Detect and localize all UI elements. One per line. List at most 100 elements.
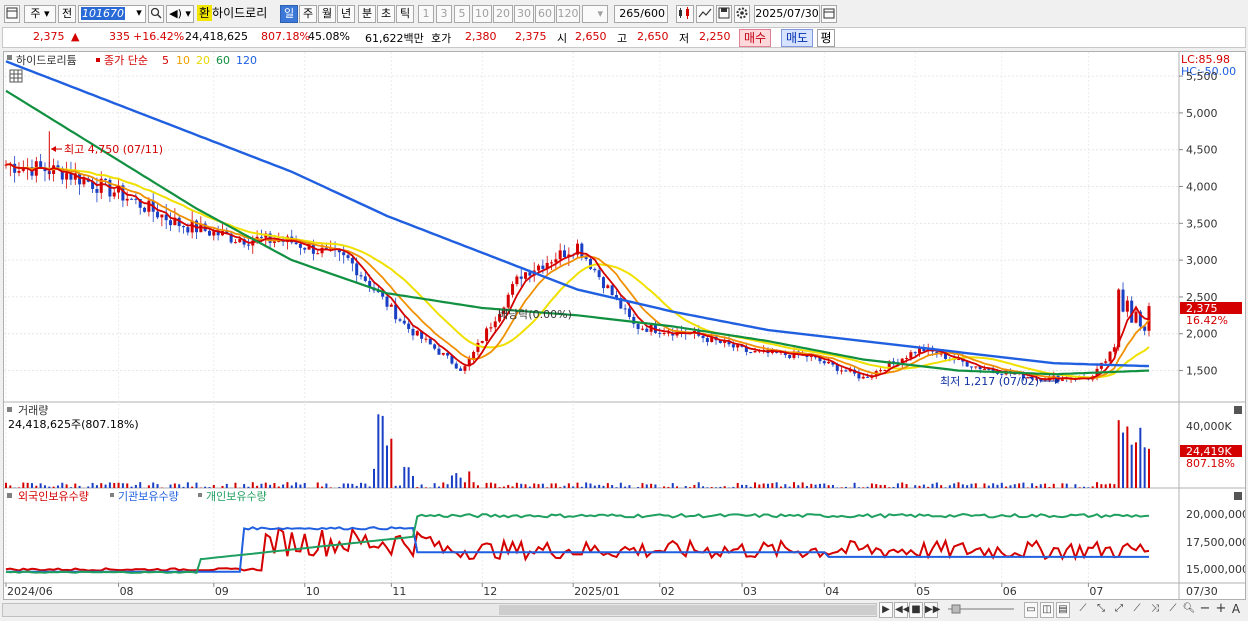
interval-5[interactable]: 5 (454, 5, 470, 23)
period-month[interactable]: 월 (318, 5, 336, 23)
volume-bar (260, 483, 263, 488)
draw-tool-icon-1[interactable]: ⟋ (1076, 602, 1090, 618)
period-tick[interactable]: 틱 (396, 5, 414, 23)
volume-bar (996, 484, 999, 488)
split-icon[interactable]: ◫ (1040, 602, 1054, 618)
period-day[interactable]: 일 (280, 5, 298, 23)
interval-custom-select[interactable]: ▾ (582, 5, 608, 23)
draw-tool-icon-3[interactable]: ⤢ (1112, 602, 1126, 618)
interval-3[interactable]: 3 (436, 5, 452, 23)
volume-bar (212, 484, 215, 488)
calendar-icon[interactable] (821, 5, 837, 23)
volume-bar (745, 484, 748, 488)
volume-bar (697, 482, 700, 488)
holding-line-2 (5, 512, 1150, 574)
turnover-pct: 45.08% (308, 30, 350, 43)
period-week[interactable]: 주 (299, 5, 317, 23)
candle-body (82, 178, 86, 185)
draw-tool-icon-2[interactable]: ⤡ (1094, 602, 1108, 618)
volume-last-pct: 807.18% (1186, 457, 1235, 470)
market-select[interactable]: 주 ▾ (24, 5, 56, 23)
holding-line-0 (5, 526, 1150, 572)
line-tool-icon[interactable] (696, 5, 714, 23)
volume-bar (5, 482, 7, 488)
stop-icon[interactable]: ■ (909, 602, 923, 618)
period-year[interactable]: 년 (337, 5, 355, 23)
holding-panel-handle-icon[interactable] (7, 493, 12, 498)
date-field[interactable]: 2025/07/30 (754, 5, 820, 23)
zoom-out-icon[interactable]: − (1198, 602, 1212, 618)
volume-panel-handle-icon[interactable] (7, 407, 12, 412)
window-icon[interactable] (4, 5, 20, 23)
prev-button[interactable]: 전 (58, 5, 76, 23)
sell-button[interactable]: 매도 (781, 29, 814, 47)
compare-icon[interactable]: ▤ (1056, 602, 1070, 618)
draw-tool-icon-4[interactable]: ⟋ (1130, 602, 1144, 618)
x-tick-label: 05 (916, 585, 930, 598)
dividend-annotation: 배당락(0.00%) (498, 308, 572, 321)
gear-icon[interactable] (734, 5, 750, 23)
volume-bar (191, 486, 194, 488)
candle-body (182, 226, 186, 228)
interval-120[interactable]: 120 (556, 5, 580, 23)
volume-bar (957, 482, 960, 488)
fast-forward-icon[interactable]: ▶▶ (924, 602, 940, 618)
rewind-icon[interactable]: ◀◀ (894, 602, 910, 618)
volume-bar (130, 486, 133, 488)
volume-bar (788, 486, 791, 488)
volume-bar (1104, 484, 1107, 488)
volume-bar (702, 486, 705, 488)
volume-bar (611, 485, 614, 488)
period-second[interactable]: 초 (377, 5, 395, 23)
stock-name: 환 하이드로리 (197, 5, 268, 21)
candle-body (606, 285, 610, 289)
interval-60[interactable]: 60 (535, 5, 555, 23)
candle-body (480, 340, 484, 343)
chart-area[interactable]: 하이드로리튬 종가 단순 5 10 20 60 120 LC:85.98 HC:… (3, 51, 1248, 600)
volume-bar (641, 483, 644, 488)
draw-tool-icon-6[interactable]: ⟋ (1166, 602, 1180, 618)
trade-value: 61,622백만 (365, 32, 424, 45)
volume-panel-close-icon[interactable] (1234, 406, 1242, 414)
table-toggle-icon[interactable] (9, 69, 23, 83)
volume-bar (277, 486, 280, 488)
volume-bar (1135, 442, 1138, 488)
volume-bar (758, 484, 761, 488)
volume-bar (805, 486, 808, 488)
volume-bar (892, 486, 895, 488)
open-price: 2,650 (575, 30, 607, 43)
volume-bar (576, 482, 579, 488)
search-icon[interactable] (148, 5, 164, 23)
layout-icon[interactable]: ▭ (1024, 602, 1038, 618)
candle-type-icon[interactable] (676, 5, 694, 23)
zoom-in-icon[interactable]: + (1214, 602, 1228, 618)
play-icon[interactable]: ▶ (879, 602, 893, 618)
chevron-down-icon[interactable]: ▾ (131, 5, 147, 23)
holding-panel-close-icon[interactable] (1234, 492, 1242, 500)
period-minute[interactable]: 분 (358, 5, 376, 23)
candle-body (160, 214, 164, 218)
zoom-slider[interactable] (946, 602, 1016, 618)
interval-1[interactable]: 1 (418, 5, 434, 23)
bottom-bar: ▶ ◀◀ ■ ▶▶ ▭ ◫ ▤ ⟋ ⤡ ⤢ ⟋ ⤨ ⟋ 🔍︎ − + A (0, 600, 1248, 621)
save-icon[interactable] (716, 5, 732, 23)
panel-handle-icon[interactable] (7, 55, 12, 60)
horizontal-scrollbar[interactable] (2, 603, 877, 617)
interval-30[interactable]: 30 (514, 5, 534, 23)
speaker-icon[interactable]: ◀) ▾ (166, 5, 194, 23)
buy-button[interactable]: 매수 (739, 29, 772, 47)
interval-10[interactable]: 10 (472, 5, 492, 23)
draw-tool-icon-5[interactable]: ⤨ (1148, 602, 1162, 618)
legend-separator-icon-2 (198, 493, 202, 497)
chart-svg[interactable]: 하이드로리튬 종가 단순 5 10 20 60 120 LC:85.98 HC:… (4, 52, 1248, 599)
scroll-thumb[interactable] (499, 605, 877, 615)
bid-label: 호가 (431, 32, 452, 45)
bar-count-field[interactable]: 265/600 (614, 5, 668, 23)
interval-20[interactable]: 20 (493, 5, 513, 23)
volume-bar (325, 483, 328, 488)
evaluate-button[interactable]: 평 (817, 29, 835, 47)
zoom-search-icon[interactable]: 🔍︎ (1182, 602, 1196, 618)
font-size-icon[interactable]: A (1229, 602, 1243, 618)
volume-bar (1013, 484, 1016, 488)
x-tick-label: 12 (483, 585, 497, 598)
